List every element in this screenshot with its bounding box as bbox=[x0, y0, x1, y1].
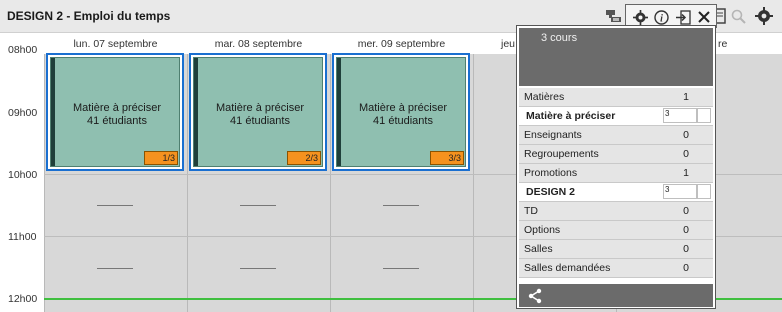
course-subject: Matière à préciser bbox=[215, 102, 305, 114]
summary-value: 0 bbox=[683, 224, 689, 236]
hour-label: 08h00 bbox=[8, 44, 38, 56]
summary-value: 1 bbox=[683, 91, 689, 103]
course-subject: Matière à préciser bbox=[72, 102, 162, 114]
summary-label: DESIGN 2 bbox=[526, 186, 576, 198]
summary-label: Salles bbox=[524, 243, 553, 255]
summary-label: Enseignants bbox=[524, 129, 582, 141]
summary-label: Options bbox=[524, 224, 561, 236]
course-card[interactable]: Matière à préciser 41 étudiants 2/3 bbox=[189, 53, 327, 171]
panel-footer bbox=[519, 284, 713, 307]
course-card[interactable]: Matière à préciser 41 étudiants 3/3 bbox=[332, 53, 470, 171]
hour-label: 12h00 bbox=[8, 293, 38, 305]
slot-separator bbox=[97, 268, 133, 269]
summary-count-field[interactable]: 3 bbox=[663, 184, 697, 199]
summary-extra-field[interactable] bbox=[697, 108, 711, 123]
summary-row[interactable]: Enseignants 0 bbox=[519, 126, 713, 145]
selection-summary-panel: 3 cours Matières 1 Matière à préciser 3 … bbox=[516, 25, 716, 309]
summary-value: 0 bbox=[683, 243, 689, 255]
summary-row[interactable]: Promotions 1 bbox=[519, 164, 713, 183]
summary-row[interactable]: Regroupements 0 bbox=[519, 145, 713, 164]
summary-row[interactable]: Options 0 bbox=[519, 221, 713, 240]
summary-row[interactable]: DESIGN 2 3 bbox=[519, 183, 713, 202]
settings-icon[interactable] bbox=[754, 7, 774, 25]
slot-separator bbox=[383, 268, 419, 269]
slot-separator bbox=[97, 205, 133, 206]
course-card[interactable]: Matière à préciser 41 étudiants 1/3 bbox=[46, 53, 184, 171]
slot-separator bbox=[240, 205, 276, 206]
summary-label: Matières bbox=[524, 91, 565, 103]
summary-row[interactable]: Salles 0 bbox=[519, 240, 713, 259]
summary-value: 0 bbox=[683, 148, 689, 160]
summary-label: Regroupements bbox=[524, 148, 599, 160]
course-color-strip bbox=[194, 58, 198, 166]
course-color-strip bbox=[337, 58, 341, 166]
summary-value: 0 bbox=[683, 262, 689, 274]
info-icon[interactable]: i bbox=[653, 8, 669, 26]
summary-value: 0 bbox=[683, 129, 689, 141]
course-color-strip bbox=[51, 58, 55, 166]
course-students: 41 étudiants bbox=[87, 115, 147, 127]
svg-text:i: i bbox=[660, 13, 663, 24]
summary-row[interactable]: Matière à préciser 3 bbox=[519, 107, 713, 126]
day-header: lun. 07 septembre bbox=[73, 38, 158, 50]
network-icon[interactable] bbox=[604, 7, 624, 25]
summary-value: 1 bbox=[683, 167, 689, 179]
slot-separator bbox=[240, 268, 276, 269]
day-header: re bbox=[718, 38, 728, 50]
panel-header: 3 cours bbox=[519, 28, 713, 86]
course-students: 41 étudiants bbox=[230, 115, 290, 127]
timetable-window: DESIGN 2 - Emploi du temps i lun. 07 sep… bbox=[0, 0, 782, 312]
summary-count-field[interactable]: 3 bbox=[663, 108, 697, 123]
summary-extra-field[interactable] bbox=[697, 184, 711, 199]
hour-label: 10h00 bbox=[8, 169, 38, 181]
day-header: mar. 08 septembre bbox=[214, 38, 303, 50]
window-title: DESIGN 2 - Emploi du temps bbox=[7, 9, 171, 23]
panel-course-count: 3 cours bbox=[541, 32, 578, 44]
course-subject: Matière à préciser bbox=[358, 102, 448, 114]
summary-row[interactable]: Salles demandées 0 bbox=[519, 259, 713, 278]
hour-label: 11h00 bbox=[8, 231, 37, 243]
close-icon[interactable] bbox=[696, 8, 712, 26]
summary-label: Promotions bbox=[524, 167, 578, 179]
course-index-badge: 3/3 bbox=[430, 151, 464, 165]
summary-row[interactable]: TD 0 bbox=[519, 202, 713, 221]
summary-label: TD bbox=[524, 205, 538, 217]
day-header: mer. 09 septembre bbox=[357, 38, 446, 50]
share-icon[interactable] bbox=[527, 288, 543, 307]
course-index-badge: 1/3 bbox=[144, 151, 178, 165]
export-icon[interactable] bbox=[674, 8, 692, 26]
gear-icon[interactable] bbox=[632, 8, 648, 26]
summary-label: Matière à préciser bbox=[526, 110, 616, 122]
summary-value: 0 bbox=[683, 205, 689, 217]
search-icon[interactable] bbox=[730, 7, 746, 25]
course-students: 41 étudiants bbox=[373, 115, 433, 127]
slot-separator bbox=[383, 205, 419, 206]
course-index-badge: 2/3 bbox=[287, 151, 321, 165]
hour-label: 09h00 bbox=[8, 107, 38, 119]
summary-row[interactable]: Matières 1 bbox=[519, 88, 713, 107]
summary-label: Salles demandées bbox=[524, 262, 611, 274]
